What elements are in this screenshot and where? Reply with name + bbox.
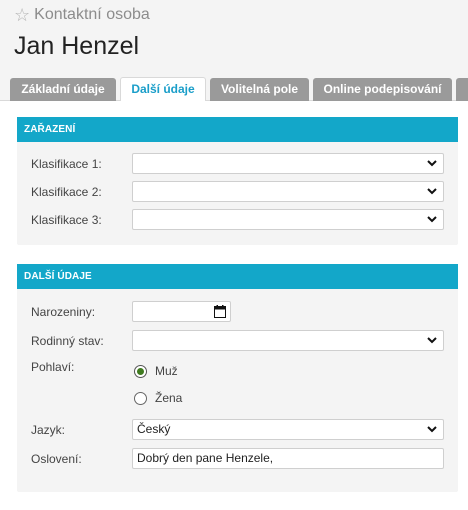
- classification-panel: ZAŘAZENÍ Klasifikace 1: Klasifikace 2: K…: [17, 117, 458, 245]
- language-label: Jazyk:: [31, 423, 66, 437]
- classification-heading: ZAŘAZENÍ: [17, 117, 458, 142]
- classification-1-select[interactable]: [132, 153, 444, 174]
- chevron-down-icon: [427, 337, 437, 344]
- classification-2-label: Klasifikace 2:: [31, 185, 102, 199]
- gender-option-male[interactable]: Muž: [134, 362, 254, 380]
- classification-2-select[interactable]: [132, 181, 444, 202]
- tab-more[interactable]: [456, 78, 468, 101]
- language-select[interactable]: Český: [132, 419, 444, 440]
- calendar-icon[interactable]: [214, 305, 226, 318]
- page-title: Jan Henzel: [14, 32, 140, 60]
- gender-option-female[interactable]: Žena: [134, 389, 254, 407]
- tab-bar: Základní údaje Další údaje Volitelná pol…: [0, 76, 468, 102]
- details-panel: DALŠÍ ÚDAJE Narozeniny: Rodinný stav: Po…: [17, 264, 458, 492]
- birthday-row: Narozeniny:: [17, 301, 458, 323]
- birthday-label: Narozeniny:: [31, 305, 96, 319]
- tab-content: ZAŘAZENÍ Klasifikace 1: Klasifikace 2: K…: [0, 101, 468, 510]
- tab-volitelna-pole[interactable]: Volitelná pole: [210, 78, 309, 101]
- entity-type-label: ☆ Kontaktní osoba: [14, 6, 150, 24]
- language-value: Český: [137, 422, 171, 436]
- page-header: ☆ Kontaktní osoba Jan Henzel: [0, 0, 468, 76]
- gender-option-male-label: Muž: [155, 364, 178, 378]
- gender-label: Pohlaví:: [31, 360, 75, 374]
- radio-unchecked-icon[interactable]: [134, 391, 147, 405]
- salutation-label: Oslovení:: [31, 452, 82, 466]
- chevron-down-icon: [427, 188, 437, 195]
- chevron-down-icon: [427, 426, 437, 433]
- classification-1-row: Klasifikace 1:: [17, 153, 458, 175]
- gender-option-female-label: Žena: [155, 391, 183, 405]
- classification-1-label: Klasifikace 1:: [31, 157, 102, 171]
- entity-type-text: Kontaktní osoba: [34, 6, 150, 23]
- marital-select[interactable]: [132, 330, 444, 351]
- chevron-down-icon: [427, 216, 437, 223]
- birthday-date-input[interactable]: [132, 301, 231, 322]
- details-heading: DALŠÍ ÚDAJE: [17, 264, 458, 289]
- classification-3-row: Klasifikace 3:: [17, 209, 458, 231]
- tab-online-podepisovani[interactable]: Online podepisování: [313, 78, 452, 101]
- classification-3-label: Klasifikace 3:: [31, 213, 102, 227]
- classification-2-row: Klasifikace 2:: [17, 181, 458, 203]
- tab-dalsi-udaje[interactable]: Další údaje: [120, 77, 206, 102]
- salutation-row: Oslovení: Dobrý den pane Henzele,: [17, 448, 458, 470]
- radio-checked-icon[interactable]: [134, 364, 147, 378]
- marital-label: Rodinný stav:: [31, 334, 104, 348]
- chevron-down-icon: [427, 160, 437, 167]
- language-row: Jazyk: Český: [17, 419, 458, 441]
- classification-3-select[interactable]: [132, 209, 444, 230]
- salutation-input[interactable]: Dobrý den pane Henzele,: [132, 448, 444, 469]
- marital-row: Rodinný stav:: [17, 330, 458, 352]
- star-outline-icon[interactable]: ☆: [14, 6, 30, 24]
- tab-zakladni-udaje[interactable]: Základní údaje: [10, 78, 116, 101]
